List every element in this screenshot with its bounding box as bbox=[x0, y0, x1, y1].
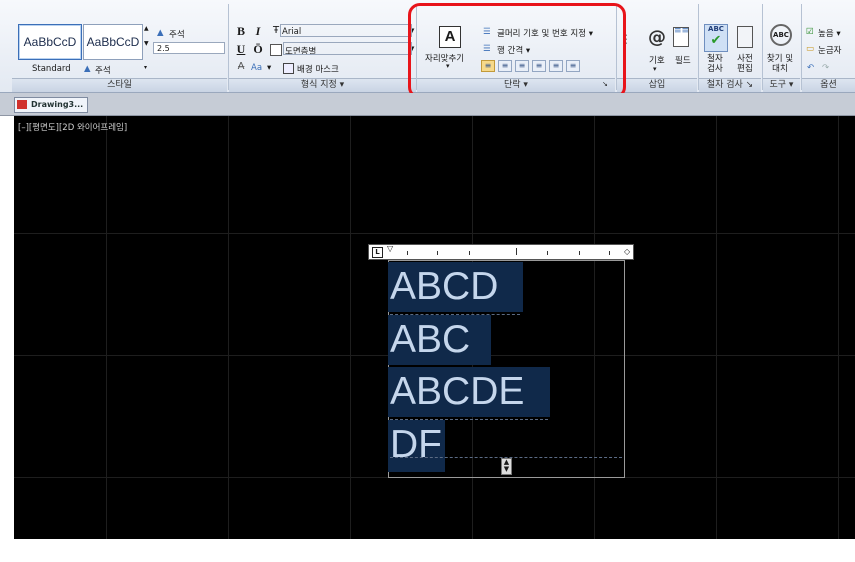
edit-dictionary-button-label[interactable]: 사전 편집 bbox=[734, 54, 756, 74]
background-mask-button[interactable]: 배경 마스크 bbox=[297, 63, 339, 75]
bold-button[interactable]: B bbox=[233, 24, 249, 38]
gallery-scroll-down-button[interactable]: ▼ bbox=[144, 40, 152, 50]
indent-marker-icon[interactable]: ▽ bbox=[387, 245, 393, 253]
spell-check-icon[interactable]: ABC ✔ bbox=[704, 24, 728, 52]
tools-panel-title[interactable]: 도구 ▾ bbox=[763, 78, 800, 92]
ribbon: AaBbCcD AaBbCcD Standard ▲ 주석 ▲ ▼ ▾ ▲ 주석… bbox=[0, 0, 855, 99]
style-gallery-item-annotation[interactable]: AaBbCcD bbox=[83, 24, 143, 60]
annotative-toggle-label[interactable]: 주석 bbox=[169, 28, 185, 40]
paragraph-panel-highlight bbox=[408, 3, 626, 99]
document-tab-bar: Drawing3... bbox=[0, 93, 855, 116]
style-annotation-label: 주석 bbox=[95, 66, 111, 76]
ruler-toggle-button[interactable]: 눈금자 bbox=[818, 44, 841, 56]
document-tab-label: Drawing3... bbox=[31, 100, 84, 109]
style-gallery-item-standard[interactable]: AaBbCcD bbox=[18, 24, 82, 60]
ruler-icon: ▭ bbox=[806, 44, 815, 54]
ruler-tick bbox=[469, 251, 470, 255]
ruler-tick bbox=[437, 251, 438, 255]
font-combo-box[interactable] bbox=[280, 24, 412, 37]
field-icon[interactable]: ≡≡ bbox=[673, 27, 689, 47]
insert-panel-title: 삽입 bbox=[617, 78, 697, 92]
ruler-tick bbox=[547, 251, 548, 255]
change-case-button[interactable]: Aa bbox=[251, 63, 262, 73]
text-line-2[interactable]: ABC bbox=[388, 315, 491, 365]
italic-button[interactable]: I bbox=[250, 24, 266, 38]
redo-icon[interactable]: ↷ bbox=[822, 63, 829, 73]
spell-check-button-label[interactable]: 철자 검사 bbox=[703, 54, 727, 74]
style-panel-title: 스타일 bbox=[12, 78, 227, 92]
color-swatch-icon bbox=[270, 44, 282, 56]
width-handle-icon[interactable]: ◇ bbox=[624, 247, 630, 257]
more-options-button[interactable]: 높음 ▾ bbox=[818, 27, 841, 39]
ruler-tick bbox=[579, 251, 580, 255]
viewport-controls-label[interactable]: [–][평면도][2D 와이어프레임] bbox=[18, 121, 127, 133]
find-replace-icon[interactable]: ABC bbox=[770, 24, 792, 46]
underline-button[interactable]: U bbox=[233, 42, 249, 56]
ruler-tick bbox=[516, 248, 517, 255]
text-line-4[interactable]: DF bbox=[388, 420, 445, 472]
format-panel-title[interactable]: 형식 지정 ▾ bbox=[229, 78, 416, 92]
bottom-margin bbox=[14, 539, 855, 562]
more-options-icon: ☑ bbox=[806, 27, 814, 37]
background-mask-icon bbox=[283, 63, 294, 74]
case-dropdown-icon[interactable]: ▾ bbox=[267, 63, 271, 73]
color-combo-box[interactable] bbox=[283, 42, 412, 55]
ruler-tick bbox=[609, 251, 610, 255]
text-height-combo[interactable]: 2.5 bbox=[153, 42, 225, 54]
tab-type-indicator[interactable]: L bbox=[372, 247, 383, 258]
find-replace-button-label[interactable]: 찾기 및 대치 bbox=[766, 54, 794, 74]
symbol-icon[interactable]: @ bbox=[648, 27, 666, 48]
style-standard-label: Standard bbox=[32, 64, 71, 74]
spell-check-panel-title[interactable]: 철자 검사 ↘ bbox=[699, 78, 761, 92]
gallery-scroll-up-button[interactable]: ▲ bbox=[144, 25, 152, 35]
symbol-dropdown-icon[interactable]: ▾ bbox=[653, 65, 657, 73]
annotative-toggle-icon[interactable]: ▲ bbox=[157, 28, 164, 38]
ruler-tick bbox=[407, 251, 408, 255]
options-panel-title: 옵션 bbox=[802, 78, 855, 92]
text-line-1[interactable]: ABCD bbox=[388, 262, 523, 312]
overline-button[interactable]: Ō bbox=[250, 42, 266, 56]
gallery-expand-button[interactable]: ▾ bbox=[144, 64, 152, 74]
left-margin bbox=[0, 116, 14, 562]
edit-dictionary-icon[interactable] bbox=[737, 26, 753, 48]
field-button-label[interactable]: 필드 bbox=[675, 54, 691, 66]
strikethrough-icon[interactable]: A̶ bbox=[233, 60, 249, 74]
height-resize-handle-icon[interactable]: ▲ ▼ bbox=[501, 458, 512, 475]
drawing-file-icon bbox=[17, 100, 27, 109]
annotative-icon: ▲ bbox=[84, 64, 91, 74]
undo-icon[interactable]: ↶ bbox=[807, 63, 814, 73]
text-editor-ruler[interactable]: L ▽ ◇ bbox=[368, 244, 634, 260]
document-tab[interactable]: Drawing3... bbox=[14, 97, 89, 113]
text-line-3[interactable]: ABCDE bbox=[388, 367, 550, 417]
